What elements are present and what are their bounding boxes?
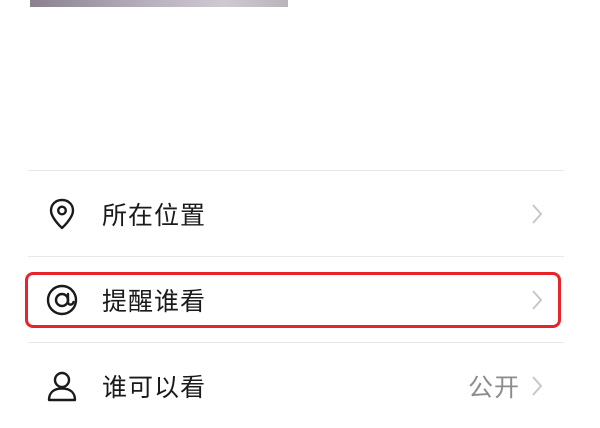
divider [28,342,564,343]
mention-row[interactable]: 提醒谁看 [28,258,564,342]
at-sign-icon [42,280,82,320]
divider [28,256,564,257]
chevron-right-icon [532,376,543,396]
location-row[interactable]: 所在位置 [28,172,564,256]
mention-label: 提醒谁看 [102,287,207,316]
visibility-row[interactable]: 谁可以看 公开 [28,344,564,428]
person-icon [42,366,82,406]
location-label: 所在位置 [102,201,207,230]
image-preview-strip[interactable] [30,0,288,7]
chevron-right-icon [532,204,543,224]
visibility-value: 公开 [467,373,520,402]
visibility-label: 谁可以看 [102,373,207,402]
location-pin-icon [42,194,82,234]
chevron-right-icon [532,290,543,310]
divider [28,170,564,171]
